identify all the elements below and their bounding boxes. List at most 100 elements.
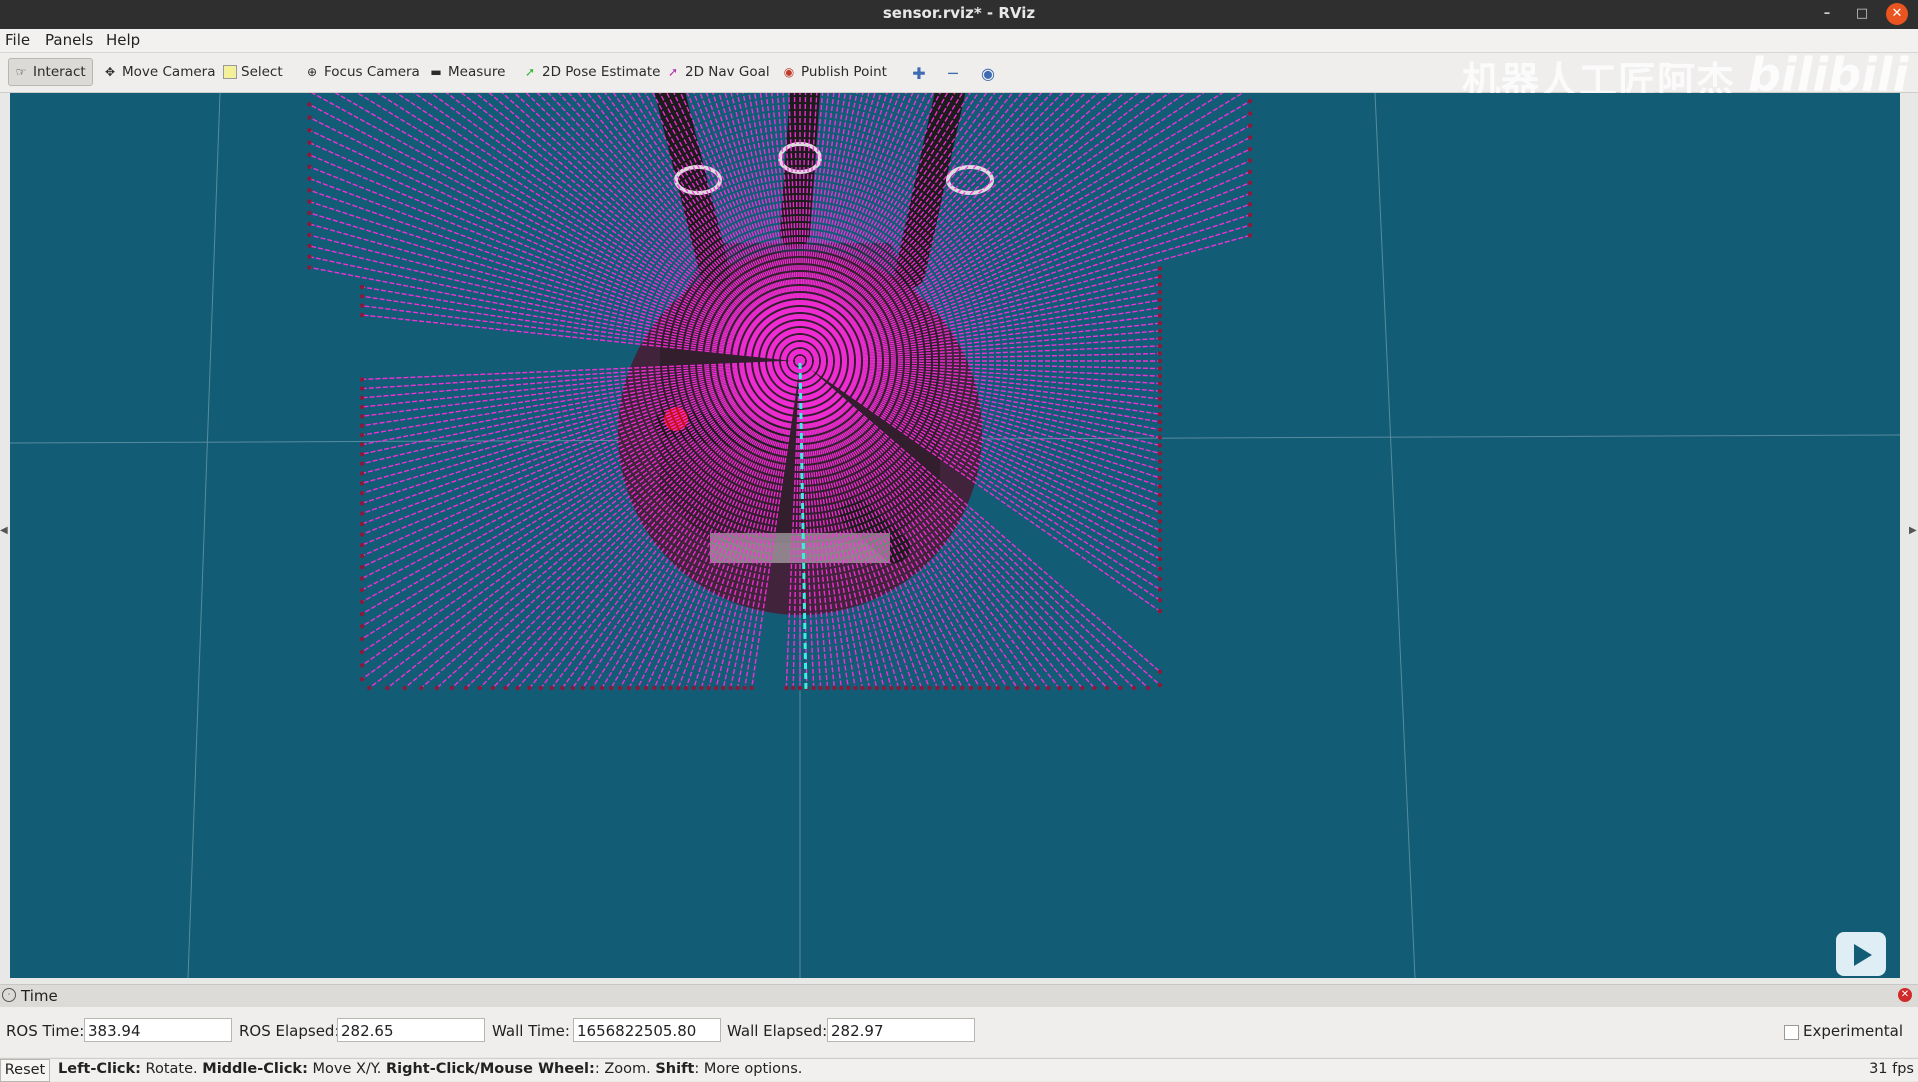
panel-close-icon[interactable]: ✕	[1898, 988, 1912, 1002]
minimize-icon[interactable]: –	[1816, 3, 1838, 25]
reset-button[interactable]: Reset	[0, 1059, 50, 1082]
laser-point	[307, 210, 312, 216]
laser-point	[904, 685, 909, 691]
close-icon[interactable]: ✕	[1886, 3, 1908, 25]
laser-point	[1080, 685, 1085, 691]
laser-point	[549, 685, 554, 691]
laser-point	[1068, 685, 1073, 691]
laser-point	[1157, 290, 1163, 295]
laser-point	[359, 294, 365, 299]
laser-point	[367, 685, 372, 691]
pose-estimate-icon: ➚	[524, 65, 536, 79]
laser-point	[1247, 233, 1253, 238]
laser-point	[307, 164, 312, 169]
select-tool-button[interactable]: Select	[219, 60, 289, 84]
laser-point	[307, 243, 312, 249]
laser-point	[742, 685, 747, 691]
publish-point-tool-button[interactable]: ◉ Publish Point	[777, 60, 893, 84]
laser-point	[1247, 222, 1253, 228]
laser-point	[1157, 373, 1163, 379]
experimental-checkbox[interactable]	[1784, 1025, 1799, 1040]
laser-point	[728, 685, 733, 691]
laser-point	[359, 521, 365, 527]
zoom-out-icon[interactable]: ─	[944, 65, 962, 83]
laser-point	[874, 685, 879, 691]
laser-point	[1157, 396, 1163, 401]
laser-point	[359, 564, 365, 570]
menu-file[interactable]: File	[5, 31, 30, 49]
nav-goal-tool-button[interactable]: ➚ 2D Nav Goal	[661, 60, 776, 84]
laser-point	[1092, 685, 1097, 691]
clock-icon: ·	[2, 988, 16, 1002]
right-collapse-icon[interactable]: ▶	[1909, 525, 1917, 536]
eye-icon[interactable]: ◉	[979, 65, 997, 83]
focus-camera-tool-button[interactable]: ⊕ Focus Camera	[300, 60, 426, 84]
laser-point	[1157, 587, 1163, 592]
wall-time-field[interactable]: 1656822505.80	[573, 1018, 721, 1042]
laser-point	[359, 663, 365, 668]
measure-tool-button[interactable]: ▬ Measure	[424, 60, 511, 84]
hint-shift-action: : More options.	[694, 1061, 803, 1077]
laser-point	[1157, 556, 1163, 562]
wall-elapsed-field[interactable]: 282.97	[827, 1018, 975, 1042]
laser-point	[1146, 685, 1151, 691]
laser-point	[308, 93, 311, 94]
laser-point	[590, 685, 595, 691]
laser-point	[1005, 685, 1010, 691]
pose-estimate-tool-button[interactable]: ➚ 2D Pose Estimate	[518, 60, 666, 84]
laser-point	[527, 685, 532, 691]
laser-point	[889, 685, 894, 691]
laser-point	[359, 599, 365, 604]
laser-point	[791, 685, 796, 691]
maximize-icon[interactable]: □	[1851, 3, 1873, 25]
laser-point	[832, 685, 837, 691]
time-panel-header: · Time ✕	[0, 984, 1918, 1008]
publish-point-icon: ◉	[783, 65, 795, 79]
move-camera-tool-button[interactable]: ✥ Move Camera	[98, 60, 221, 84]
laser-point	[1157, 343, 1163, 349]
publish-point-label: Publish Point	[801, 64, 887, 80]
laser-point	[1157, 404, 1163, 409]
ros-elapsed-field[interactable]: 282.65	[337, 1018, 485, 1042]
laser-point	[434, 685, 439, 691]
laser-point	[1157, 305, 1163, 310]
laser-point	[919, 685, 924, 691]
ros-time-field[interactable]: 383.94	[84, 1018, 232, 1042]
laser-point	[1157, 274, 1163, 279]
laser-point	[359, 677, 365, 682]
menu-help[interactable]: Help	[106, 31, 140, 49]
laser-point	[1157, 358, 1163, 364]
hint-right-click: Right-Click/Mouse Wheel:	[385, 1061, 595, 1077]
nav-goal-label: 2D Nav Goal	[685, 64, 770, 80]
laser-point	[307, 115, 312, 120]
render-viewport[interactable]	[10, 93, 1900, 978]
laser-point	[1247, 99, 1253, 104]
laser-point	[490, 685, 496, 691]
laser-point	[977, 685, 982, 691]
laser-point	[660, 685, 665, 691]
laser-point	[721, 685, 726, 691]
laser-point	[359, 501, 365, 506]
play-icon[interactable]	[1836, 932, 1886, 976]
laser-point	[1247, 202, 1253, 207]
interact-tool-button[interactable]: ☞ Interact	[8, 58, 93, 86]
left-collapse-icon[interactable]: ◀	[0, 525, 8, 536]
laser-point	[1157, 459, 1163, 464]
laser-point	[449, 685, 454, 691]
pose-estimate-label: 2D Pose Estimate	[542, 64, 661, 80]
laser-point	[1025, 685, 1030, 691]
laser-point	[1157, 547, 1163, 552]
laser-point	[1157, 443, 1163, 448]
laser-point	[676, 685, 681, 691]
laser-point	[797, 685, 803, 691]
menu-panels[interactable]: Panels	[45, 31, 93, 49]
laser-point	[385, 685, 390, 691]
scene-canvas[interactable]	[10, 93, 1900, 978]
laser-point	[706, 685, 711, 691]
laser-point	[825, 685, 830, 691]
grid	[10, 93, 1900, 978]
laser-point	[359, 404, 365, 410]
laser-point	[359, 414, 365, 419]
zoom-in-icon[interactable]: ✚	[910, 65, 928, 83]
laser-point	[1157, 282, 1163, 287]
